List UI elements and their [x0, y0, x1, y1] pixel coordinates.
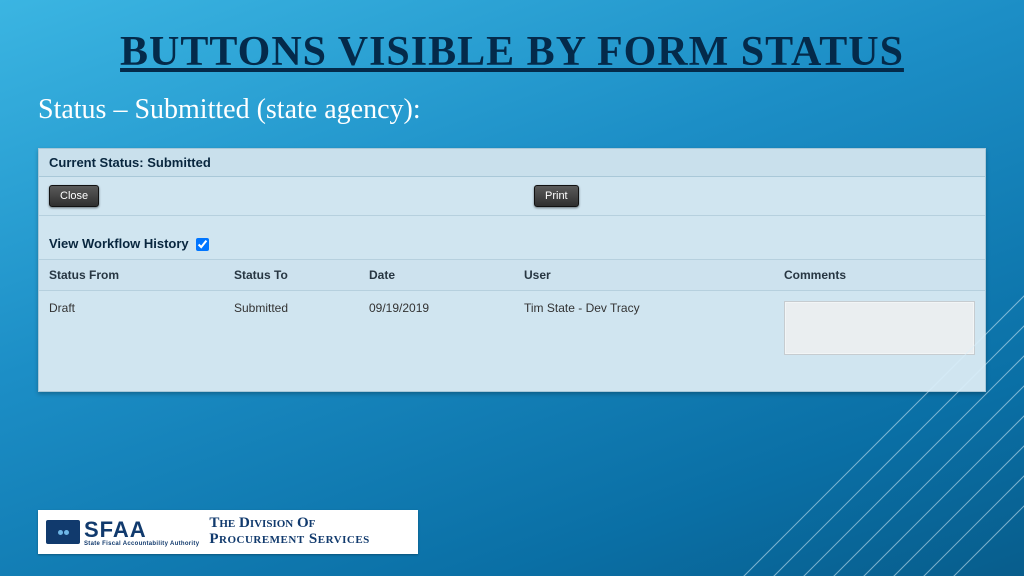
- division-text: The Division Of Procurement Services: [209, 516, 369, 548]
- cell-status-from: Draft: [39, 291, 224, 392]
- cell-date: 09/19/2019: [359, 291, 514, 392]
- sfaa-subtext: State Fiscal Accountability Authority: [84, 541, 199, 547]
- form-panel: Current Status: Submitted Close Print Vi…: [38, 148, 986, 392]
- button-row: Close Print: [39, 177, 985, 216]
- cell-user: Tim State - Dev Tracy: [514, 291, 774, 392]
- table-header-row: Status From Status To Date User Comments: [39, 260, 985, 291]
- flag-icon: [46, 520, 80, 544]
- workflow-history-checkbox[interactable]: [196, 238, 209, 251]
- sfaa-logo-icon: SFAA State Fiscal Accountability Authori…: [46, 517, 199, 547]
- workflow-history-toggle: View Workflow History: [39, 216, 985, 260]
- page-title: BUTTONS VISIBLE BY FORM STATUS: [0, 0, 1024, 76]
- comments-box: [784, 301, 975, 355]
- division-line2: Procurement Services: [209, 532, 369, 548]
- division-line1: The Division Of: [209, 516, 369, 532]
- col-status-to: Status To: [224, 260, 359, 291]
- slide: BUTTONS VISIBLE BY FORM STATUS Status – …: [0, 0, 1024, 576]
- cell-status-to: Submitted: [224, 291, 359, 392]
- cell-comments: [774, 291, 985, 392]
- col-status-from: Status From: [39, 260, 224, 291]
- workflow-history-table: Status From Status To Date User Comments…: [39, 260, 985, 391]
- footer-logo: SFAA State Fiscal Accountability Authori…: [38, 510, 418, 554]
- col-date: Date: [359, 260, 514, 291]
- page-subtitle: Status – Submitted (state agency):: [0, 76, 1024, 126]
- col-comments: Comments: [774, 260, 985, 291]
- sfaa-text: SFAA: [84, 517, 147, 542]
- close-button[interactable]: Close: [49, 185, 99, 207]
- current-status-label: Current Status: Submitted: [39, 149, 985, 177]
- print-button[interactable]: Print: [534, 185, 579, 207]
- workflow-history-label: View Workflow History: [49, 236, 189, 251]
- table-row: Draft Submitted 09/19/2019 Tim State - D…: [39, 291, 985, 392]
- col-user: User: [514, 260, 774, 291]
